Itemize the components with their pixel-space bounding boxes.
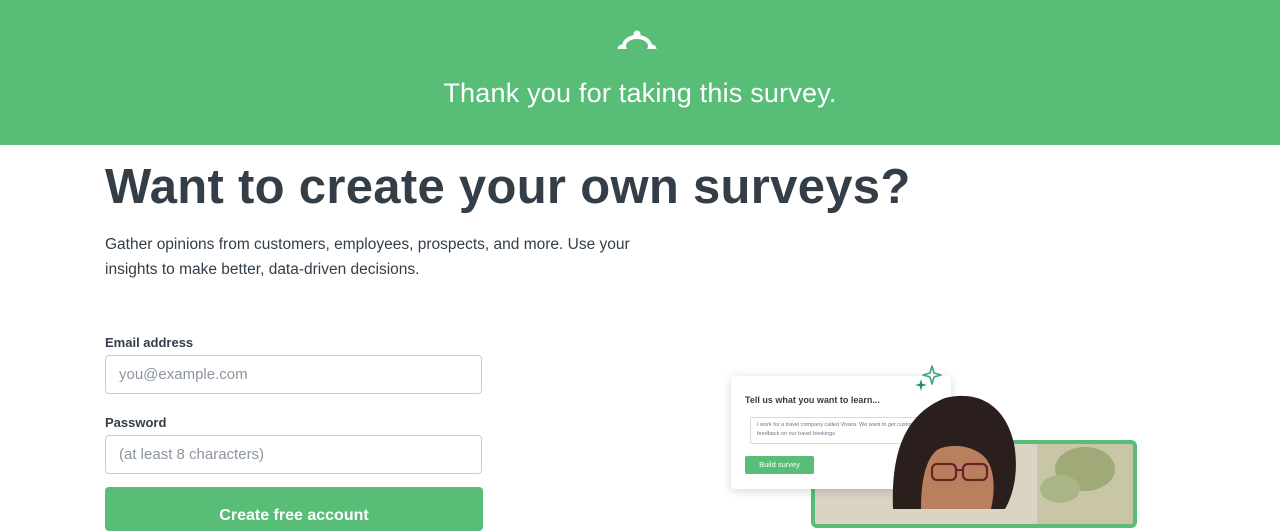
surveymonkey-logo-icon xyxy=(617,30,657,57)
create-account-button[interactable]: Create free account xyxy=(105,487,483,531)
password-field[interactable] xyxy=(105,435,482,474)
banner-title: Thank you for taking this survey. xyxy=(443,78,837,108)
person-with-glasses-image xyxy=(892,395,1016,509)
page-subtext: Gather opinions from customers, employee… xyxy=(105,236,630,278)
password-label: Password xyxy=(105,415,167,430)
email-label: Email address xyxy=(105,335,194,350)
survey-illustration: Tell us what you want to learn... I work… xyxy=(725,360,1137,528)
email-field[interactable] xyxy=(105,355,482,394)
page-headline: Want to create your own surveys? xyxy=(105,160,911,214)
thank-you-banner: Thank you for taking this survey. xyxy=(0,0,1280,145)
